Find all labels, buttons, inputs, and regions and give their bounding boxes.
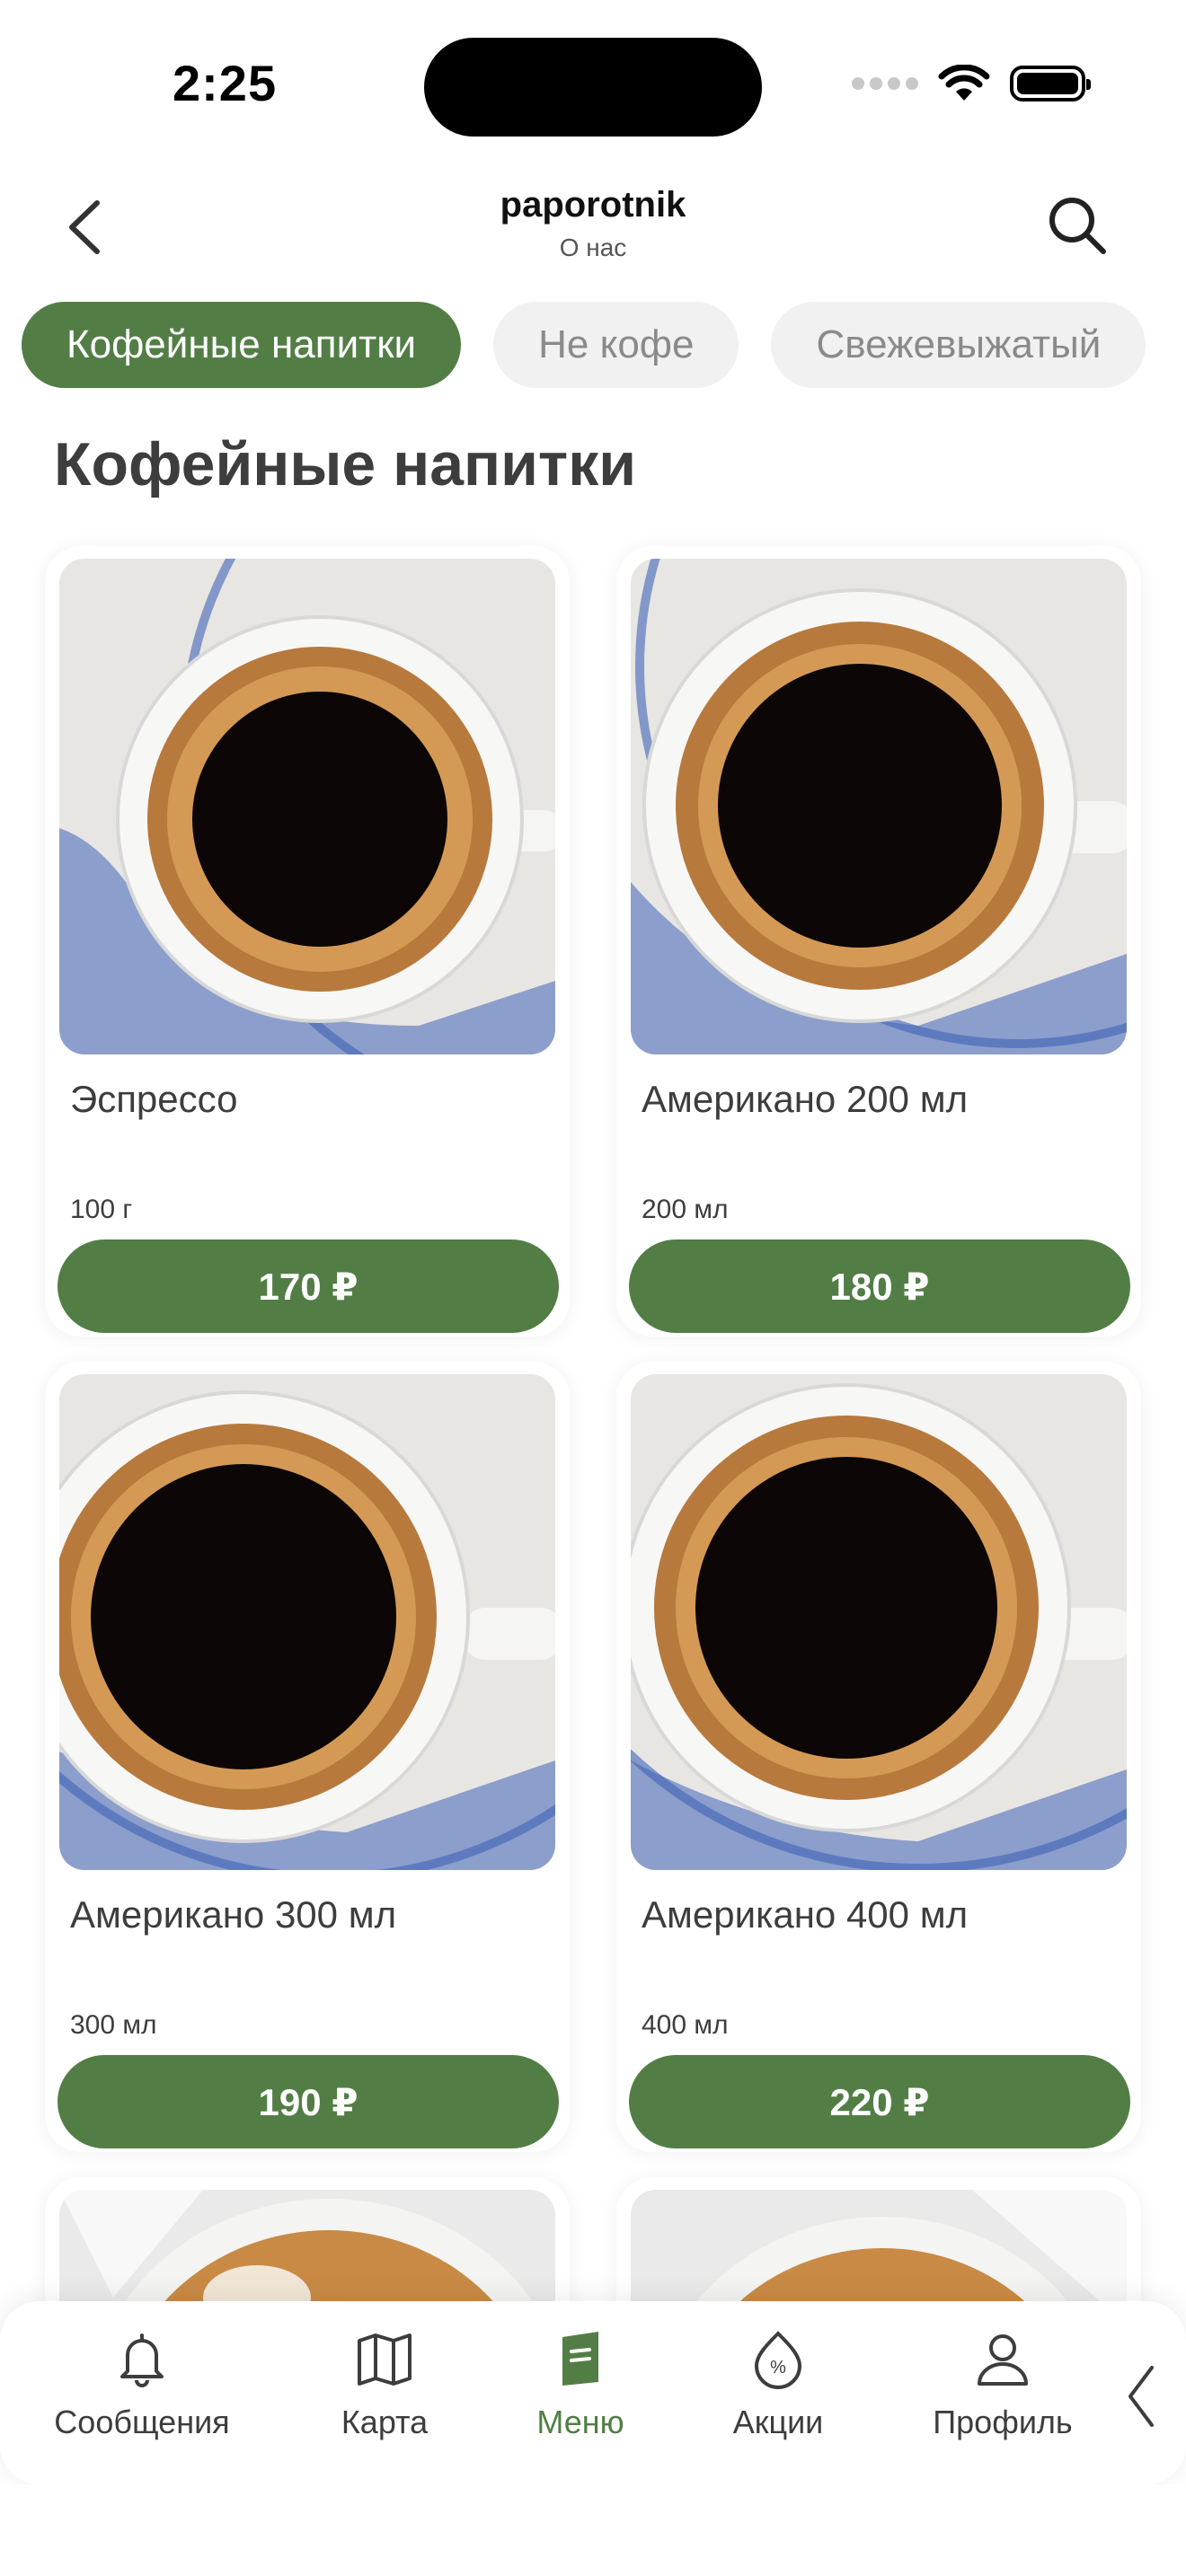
product-photo	[631, 1374, 1127, 1870]
bottom-navigation: Сообщения Карта Меню % Акции Профиль	[0, 2301, 1186, 2484]
dynamic-island	[424, 38, 762, 137]
product-card[interactable]: Американо 400 мл 400 мл 220 ₽	[616, 1362, 1141, 2152]
product-name: Американо 300 мл	[70, 1893, 397, 1936]
page-title: paporotnik	[500, 185, 686, 225]
product-photo	[59, 559, 555, 1054]
add-to-cart-button[interactable]: 190 ₽	[58, 2055, 559, 2148]
product-name: Американо 400 мл	[642, 1893, 969, 1936]
search-button[interactable]	[1044, 192, 1111, 259]
home-indicator-area	[0, 2484, 1186, 2576]
product-card[interactable]: Эспрессо 100 г 170 ₽	[45, 546, 570, 1337]
nav-map[interactable]: Карта	[286, 2328, 483, 2441]
product-card[interactable]: Американо 200 мл 200 мл 180 ₽	[616, 546, 1141, 1337]
nav-messages[interactable]: Сообщения	[43, 2328, 241, 2441]
wifi-icon	[938, 65, 990, 101]
add-to-cart-button[interactable]: 180 ₽	[629, 1239, 1130, 1333]
add-to-cart-button[interactable]: 170 ₽	[58, 1239, 559, 1333]
about-link[interactable]: О нас	[0, 234, 1186, 262]
profile-icon	[978, 2334, 1028, 2386]
add-to-cart-button[interactable]: 220 ₽	[629, 2055, 1130, 2148]
chevron-left-icon	[1128, 2366, 1154, 2427]
status-time: 2:25	[173, 55, 278, 111]
search-icon	[1049, 198, 1106, 254]
product-weight: 200 мл	[642, 1195, 729, 1224]
svg-text:%: %	[770, 2358, 786, 2378]
nav-label: Акции	[732, 2404, 824, 2440]
menu-book-icon	[562, 2332, 598, 2386]
nav-more-button[interactable]	[1123, 2362, 1159, 2430]
product-photo	[631, 559, 1127, 1054]
battery-icon	[1010, 66, 1091, 101]
nav-label: Карта	[341, 2404, 429, 2440]
nav-label: Меню	[536, 2404, 624, 2440]
map-icon	[358, 2333, 412, 2386]
category-tabs: Кофейные напитки Не кофе Свежевыжатый	[22, 302, 1146, 388]
tab-not-coffee[interactable]: Не кофе	[493, 302, 739, 388]
nav-label: Профиль	[933, 2404, 1073, 2440]
product-name: Эспрессо	[70, 1078, 238, 1120]
product-card[interactable]: Американо 300 мл 300 мл 190 ₽	[45, 1362, 570, 2152]
nav-promotions[interactable]: % Акции	[679, 2328, 877, 2441]
product-weight: 100 г	[70, 1195, 133, 1224]
section-title: Кофейные напитки	[54, 430, 637, 498]
bell-icon	[120, 2333, 164, 2387]
tab-coffee-drinks[interactable]: Кофейные напитки	[22, 302, 462, 388]
product-weight: 400 мл	[642, 2010, 729, 2040]
nav-label: Сообщения	[54, 2404, 230, 2440]
product-weight: 300 мл	[70, 2010, 157, 2040]
nav-profile[interactable]: Профиль	[904, 2328, 1102, 2441]
product-name: Американо 200 мл	[642, 1078, 969, 1120]
tab-fresh-juice[interactable]: Свежевыжатый	[771, 302, 1146, 388]
product-photo	[59, 1374, 555, 1870]
nav-menu[interactable]: Меню	[482, 2328, 679, 2441]
cellular-signal-icon	[852, 77, 918, 90]
discount-icon: %	[754, 2331, 802, 2389]
status-icons	[852, 65, 1091, 102]
